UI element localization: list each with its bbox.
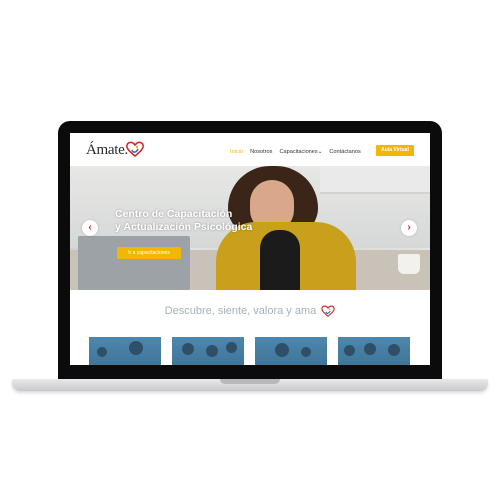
card-photo-figure	[97, 347, 107, 357]
site-logo[interactable]: Ámate.	[86, 142, 128, 159]
hero-photo-mug	[398, 254, 420, 274]
nav-item-contactanos[interactable]: Contáctanos	[329, 149, 360, 155]
course-cards	[89, 337, 410, 365]
card-photo-figure	[182, 343, 194, 355]
section-slogan: Descubre, siente, valora y ama	[70, 305, 430, 318]
nav-item-inicio[interactable]: Inicio	[230, 149, 243, 155]
slider-next-icon[interactable]: ›	[401, 220, 417, 236]
laptop-screen: Ámate. Inicio Nosotros Capacitaciones⌄ C…	[70, 133, 430, 365]
hero-title-line-2: y Actualización Psicológica	[115, 221, 253, 233]
hero-photo-cabinet	[320, 166, 430, 194]
card-photo-figure	[129, 341, 143, 355]
chevron-down-icon: ⌄	[317, 149, 323, 155]
hero-photo-laptop	[78, 236, 190, 290]
course-card[interactable]	[172, 337, 244, 365]
course-card[interactable]	[338, 337, 410, 365]
card-photo-figure	[206, 345, 218, 357]
nav-item-capacitaciones-label: Capacitaciones	[279, 149, 318, 155]
card-photo-figure	[275, 343, 289, 357]
hero-photo-shirt	[260, 230, 300, 290]
capacitaciones-button[interactable]: Ir a capacitaciones	[117, 247, 181, 259]
card-photo-figure	[301, 347, 311, 357]
card-photo-figure	[388, 344, 400, 356]
hero-slider: Centro de Capacitación y Actualización P…	[70, 166, 430, 290]
main-menu: Inicio Nosotros Capacitaciones⌄ Contácta…	[230, 149, 361, 155]
course-card[interactable]	[89, 337, 161, 365]
course-card[interactable]	[255, 337, 327, 365]
heart-icon	[321, 305, 336, 318]
nav-item-capacitaciones[interactable]: Capacitaciones⌄	[279, 149, 322, 155]
hero-title-line-1: Centro de Capacitación	[115, 208, 233, 220]
slider-prev-icon[interactable]: ‹	[82, 220, 98, 236]
laptop-notch	[220, 379, 280, 384]
site-header: Ámate. Inicio Nosotros Capacitaciones⌄ C…	[70, 133, 430, 166]
card-photo-figure	[364, 343, 376, 355]
nav-item-nosotros[interactable]: Nosotros	[250, 149, 272, 155]
heart-logo-icon	[126, 141, 144, 157]
card-photo-figure	[226, 342, 237, 353]
slogan-text: Descubre, siente, valora y ama	[164, 305, 317, 317]
hero-title: Centro de Capacitación y Actualización P…	[115, 208, 335, 234]
aula-virtual-button[interactable]: Aula Virtual	[376, 145, 414, 156]
card-photo-figure	[344, 345, 355, 356]
